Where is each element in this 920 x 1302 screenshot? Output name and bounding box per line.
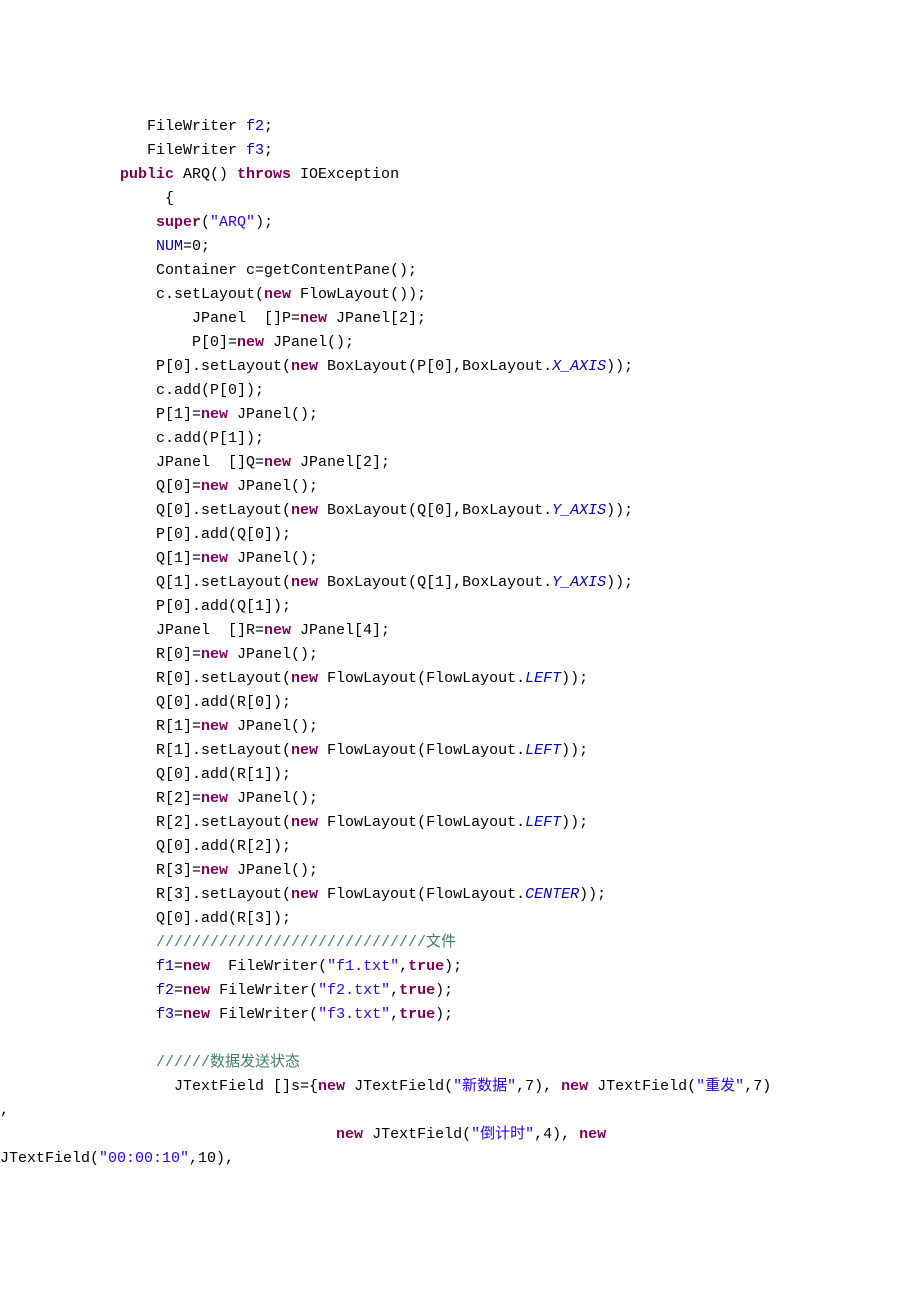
- code-line: R[3]=new JPanel();: [120, 862, 318, 879]
- code-line: JPanel []R=new JPanel[4];: [120, 622, 390, 639]
- code-line: f2=new FileWriter("f2.txt",true);: [120, 982, 453, 999]
- code-line: R[2].setLayout(new FlowLayout(FlowLayout…: [120, 814, 588, 831]
- code-line: c.add(P[1]);: [120, 430, 264, 447]
- code-line: new JTextField("倒计时",4), new: [120, 1123, 920, 1147]
- code-line: Q[0]=new JPanel();: [120, 478, 318, 495]
- code-line: Q[1]=new JPanel();: [120, 550, 318, 567]
- code-line: JPanel []P=new JPanel[2];: [120, 310, 426, 327]
- code-line: R[1].setLayout(new FlowLayout(FlowLayout…: [120, 742, 588, 759]
- code-line: //////数据发送状态: [120, 1054, 300, 1071]
- code-line: P[0].add(Q[0]);: [120, 526, 291, 543]
- code-line: NUM=0;: [120, 238, 210, 255]
- code-line: R[2]=new JPanel();: [120, 790, 318, 807]
- code-line: //////////////////////////////文件: [120, 934, 456, 951]
- code-line: R[1]=new JPanel();: [120, 718, 318, 735]
- code-line: ,: [0, 1099, 920, 1123]
- code-line: super("ARQ");: [120, 214, 273, 231]
- code-line: f1=new FileWriter("f1.txt",true);: [120, 958, 462, 975]
- code-line: Q[0].add(R[2]);: [120, 838, 291, 855]
- code-line: Q[0].setLayout(new BoxLayout(Q[0],BoxLay…: [120, 502, 633, 519]
- code-line: Q[1].setLayout(new BoxLayout(Q[1],BoxLay…: [120, 574, 633, 591]
- code-line: P[1]=new JPanel();: [120, 406, 318, 423]
- code-line: public ARQ() throws IOException: [120, 166, 399, 183]
- code-line: R[3].setLayout(new FlowLayout(FlowLayout…: [120, 886, 606, 903]
- code-line: P[0]=new JPanel();: [120, 334, 354, 351]
- code-line: JPanel []Q=new JPanel[2];: [120, 454, 390, 471]
- code-line: Container c=getContentPane();: [120, 262, 417, 279]
- code-page: FileWriter f2; FileWriter f3; public ARQ…: [0, 0, 920, 1302]
- code-line: P[0].add(Q[1]);: [120, 598, 291, 615]
- code-line: c.add(P[0]);: [120, 382, 264, 399]
- code-line: JTextField("00:00:10",10),: [0, 1147, 920, 1171]
- code-line: R[0]=new JPanel();: [120, 646, 318, 663]
- code-line: Q[0].add(R[1]);: [120, 766, 291, 783]
- code-block: FileWriter f2; FileWriter f3; public ARQ…: [120, 115, 920, 1099]
- code-line: JTextField []s={new JTextField("新数据",7),…: [120, 1078, 771, 1095]
- code-line: FileWriter f3;: [120, 142, 273, 159]
- code-line: {: [120, 190, 174, 207]
- code-line: R[0].setLayout(new FlowLayout(FlowLayout…: [120, 670, 588, 687]
- code-line: f3=new FileWriter("f3.txt",true);: [120, 1006, 453, 1023]
- code-line: Q[0].add(R[3]);: [120, 910, 291, 927]
- code-line: FileWriter f2;: [120, 118, 273, 135]
- code-line: P[0].setLayout(new BoxLayout(P[0],BoxLay…: [120, 358, 633, 375]
- code-line: c.setLayout(new FlowLayout());: [120, 286, 426, 303]
- code-line: Q[0].add(R[0]);: [120, 694, 291, 711]
